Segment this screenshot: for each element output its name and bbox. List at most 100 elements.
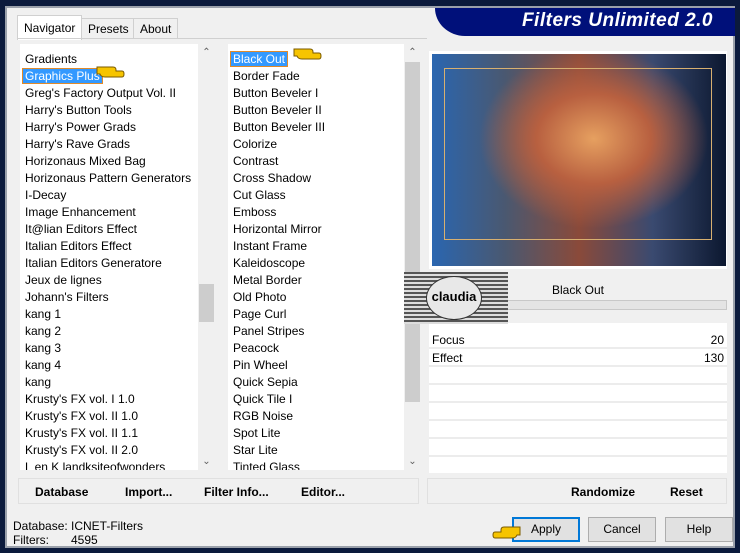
list-item[interactable]: Old Photo [228,289,408,306]
list-item[interactable]: kang 3 [20,340,200,357]
tab-about[interactable]: About [133,18,179,39]
list-item[interactable]: kang 1 [20,306,200,323]
list-item[interactable]: Star Lite [228,442,408,459]
list-item[interactable]: Emboss [228,204,408,221]
list-item[interactable]: Panel Stripes [228,323,408,340]
list-item[interactable]: Pin Wheel [228,357,408,374]
status-label: Database: [13,519,68,533]
scroll-up-icon[interactable]: ⌃ [404,44,421,61]
param-label: Focus [432,333,465,347]
list-item-label: Emboss [233,205,277,219]
list-item[interactable]: Italian Editors Effect [20,238,200,255]
scroll-down-icon[interactable]: ⌄ [198,453,215,470]
list-item-label: Italian Editors Generatore [25,256,162,270]
list-item[interactable]: Krusty's FX vol. II 1.0 [20,408,200,425]
tab-navigator[interactable]: Navigator [17,15,83,40]
param-empty [429,422,727,439]
list-item-label: Harry's Power Grads [25,120,136,134]
list-item-label: Horizontal Mirror [233,222,322,236]
list-item[interactable]: kang [20,374,200,391]
scroll-thumb[interactable] [405,62,420,402]
tab-divider [17,38,427,39]
list-item[interactable]: RGB Noise [228,408,408,425]
list-item[interactable]: Cut Glass [228,187,408,204]
pointing-hand-icon [96,66,125,78]
apply-button[interactable]: Apply [512,517,580,542]
list-item[interactable]: I-Decay [20,187,200,204]
list-item[interactable]: Harry's Button Tools [20,102,200,119]
list-item-label: kang 4 [25,358,62,372]
help-button[interactable]: Help [665,517,733,542]
scroll-thumb[interactable] [199,284,214,322]
param-value: 20 [710,333,724,347]
list-item[interactable]: Krusty's FX vol. I 1.0 [20,391,200,408]
list-item[interactable]: Johann's Filters [20,289,200,306]
list-item[interactable]: kang 4 [20,357,200,374]
list-item-label: It@lian Editors Effect [25,222,138,236]
param-effect[interactable]: Effect 130 [429,350,727,367]
list-item[interactable]: Harry's Power Grads [20,119,200,136]
category-scrollbar[interactable]: ⌃ ⌄ [198,44,215,470]
list-item[interactable]: Quick Sepia [228,374,408,391]
database-button[interactable]: Database [35,485,88,499]
list-item[interactable]: Horizonaus Mixed Bag [20,153,200,170]
list-item[interactable]: Horizonaus Pattern Generators [20,170,200,187]
list-item[interactable]: Italian Editors Generatore [20,255,200,272]
list-item[interactable]: Krusty's FX vol. II 1.1 [20,425,200,442]
randomize-button[interactable]: Randomize [571,485,635,499]
list-item[interactable]: Image Enhancement [20,204,200,221]
list-item-label: Quick Sepia [233,375,298,389]
param-empty [429,386,727,403]
list-item-label: Cut Glass [233,188,286,202]
list-item-label: Button Beveler II [233,103,322,117]
list-item-label: Page Curl [233,307,287,321]
list-item[interactable]: kang 2 [20,323,200,340]
list-item[interactable]: Kaleidoscope [228,255,408,272]
scroll-up-icon[interactable]: ⌃ [198,44,215,61]
tab-presets[interactable]: Presets [81,18,136,39]
list-item[interactable]: Harry's Rave Grads [20,136,200,153]
list-item-label: Border Fade [233,69,300,83]
list-item[interactable]: Button Beveler II [228,102,408,119]
list-item[interactable]: Instant Frame [228,238,408,255]
list-item[interactable]: Contrast [228,153,408,170]
list-item[interactable]: It@lian Editors Effect [20,221,200,238]
import-button[interactable]: Import... [125,485,172,499]
list-item-label: Jeux de lignes [25,273,102,287]
filter-scrollbar[interactable]: ⌃ ⌄ [404,44,421,470]
list-item-label: Italian Editors Effect [25,239,132,253]
list-item[interactable]: Spot Lite [228,425,408,442]
list-item[interactable]: Button Beveler III [228,119,408,136]
list-item[interactable]: L en K landksiteofwonders [20,459,200,470]
list-item[interactable]: Quick Tile I [228,391,408,408]
param-empty [429,440,727,457]
param-empty [429,368,727,385]
param-empty [429,404,727,421]
editor-button[interactable]: Editor... [301,485,345,499]
list-item[interactable]: Krusty's FX vol. II 2.0 [20,442,200,459]
list-item-label: Krusty's FX vol. II 1.1 [25,426,138,440]
category-list[interactable]: Gradients Graphics Plus Greg's Factory Out… [20,44,200,470]
list-item[interactable]: Metal Border [228,272,408,289]
list-item[interactable]: Greg's Factory Output Vol. II [20,85,200,102]
reset-button[interactable]: Reset [670,485,703,499]
list-item[interactable]: Jeux de lignes [20,272,200,289]
list-item[interactable]: Colorize [228,136,408,153]
scroll-down-icon[interactable]: ⌄ [404,453,421,470]
list-item[interactable]: Button Beveler I [228,85,408,102]
cancel-button[interactable]: Cancel [588,517,656,542]
list-item-label: Instant Frame [233,239,308,253]
list-item[interactable]: Page Curl [228,306,408,323]
status-label: Filters: [13,533,49,547]
filter-list[interactable]: Black Out Border Fade Button Beveler I Butt… [228,44,408,470]
list-item-label: Star Lite [233,443,278,457]
filter-info-button[interactable]: Filter Info... [204,485,269,499]
list-item[interactable]: Horizontal Mirror [228,221,408,238]
list-item-label: L en K landksiteofwonders [25,460,166,470]
param-focus[interactable]: Focus 20 [429,332,727,349]
list-item[interactable]: Cross Shadow [228,170,408,187]
list-item[interactable]: Peacock [228,340,408,357]
list-item[interactable]: Tinted Glass [228,459,408,470]
list-item[interactable]: Border Fade [228,68,408,85]
list-item-label: I-Decay [25,188,67,202]
